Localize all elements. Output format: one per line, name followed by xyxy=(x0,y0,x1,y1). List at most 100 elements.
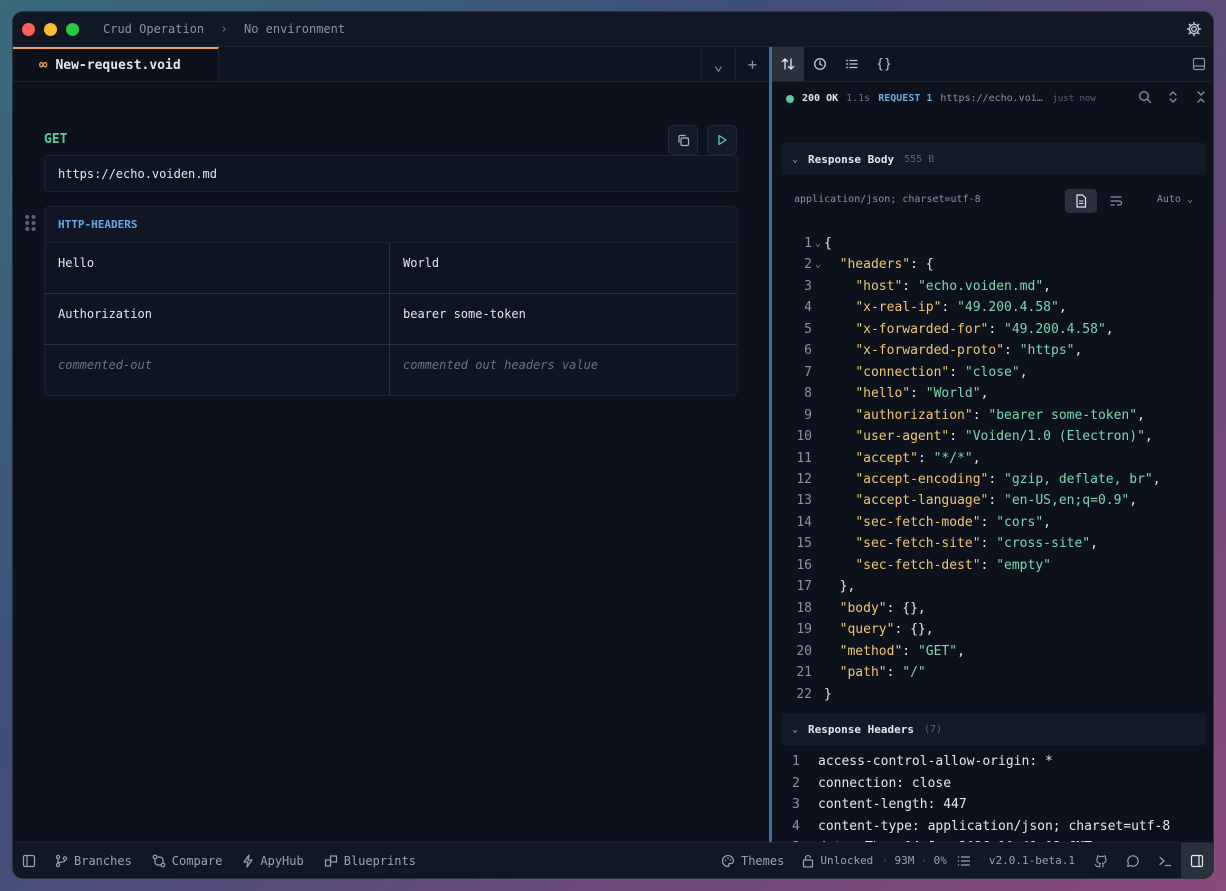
fold-gutter xyxy=(812,576,824,597)
blueprints-button[interactable]: Blueprints xyxy=(324,854,416,868)
sidebar-toggle-icon[interactable] xyxy=(13,843,45,878)
unlock-icon xyxy=(803,854,814,868)
processes-icon[interactable] xyxy=(957,855,971,867)
view-mode-value: Auto xyxy=(1156,194,1181,205)
response-header-line: 4 content-type: application/json; charset… xyxy=(782,816,1206,838)
code-text: "path": "/" xyxy=(839,665,926,681)
header-value-cell[interactable]: World xyxy=(390,243,735,293)
sort-arrows-icon[interactable] xyxy=(772,47,804,81)
response-actions xyxy=(1138,90,1208,104)
code-line: 3 "host": "echo.voiden.md", xyxy=(782,276,1206,297)
line-number: 15 xyxy=(796,536,812,552)
response-headers-header[interactable]: ⌄ Response Headers (7) xyxy=(782,713,1206,745)
collapse-vertical-icon[interactable] xyxy=(1194,90,1208,104)
view-mode-select[interactable]: Auto ⌄ xyxy=(1157,194,1193,205)
blueprints-icon xyxy=(324,854,337,867)
http-method[interactable]: GET xyxy=(44,132,67,147)
terminal-icon[interactable] xyxy=(1149,843,1181,878)
code-text: "sec-fetch-dest": "empty" xyxy=(855,557,1051,573)
header-key-cell[interactable]: Authorization xyxy=(45,294,390,344)
code-text: "authorization": "bearer some-token", xyxy=(855,407,1145,423)
drag-handle-icon[interactable]: •• •• •• xyxy=(23,211,38,237)
line-number: 1 xyxy=(804,236,812,251)
response-toolbar: {} xyxy=(772,47,1213,82)
response-header-line: 2 connection: close xyxy=(782,773,1206,795)
header-row: Authorization bearer some-token xyxy=(45,294,737,345)
maximize-window-button[interactable] xyxy=(66,22,79,36)
breadcrumb: Crud Operation › No environment xyxy=(103,22,345,37)
status-bar-right: Themes Unlocked · 93M · 0% v2.0.1-beta.1 xyxy=(721,843,1213,878)
header-key-cell[interactable]: commented-out xyxy=(45,345,390,395)
history-icon[interactable] xyxy=(804,47,836,81)
minimize-window-button[interactable] xyxy=(44,22,57,36)
line-number: 4 xyxy=(804,300,812,316)
copy-button[interactable] xyxy=(668,125,698,155)
code-text: "accept-encoding": "gzip, deflate, br", xyxy=(855,471,1161,487)
list-icon[interactable] xyxy=(836,47,868,81)
code-line: 2 ⌄ "headers": { xyxy=(782,254,1206,275)
code-text: "host": "echo.voiden.md", xyxy=(855,278,1051,294)
code-text: }, xyxy=(824,579,856,595)
fold-chevron-icon[interactable]: ⌄ xyxy=(812,254,824,275)
code-line: 10 "user-agent": "Voiden/1.0 (Electron)"… xyxy=(782,426,1206,447)
fold-gutter xyxy=(812,684,824,705)
response-headers-count: (7) xyxy=(924,723,943,735)
response-header-line: 1 access-control-allow-origin: * xyxy=(782,751,1206,773)
http-headers-title: HTTP-HEADERS xyxy=(45,207,737,243)
expand-vertical-icon[interactable] xyxy=(1166,90,1180,104)
fold-gutter xyxy=(812,448,824,469)
fold-chevron-icon[interactable]: ⌄ xyxy=(812,233,824,254)
code-line: 14 "sec-fetch-mode": "cors", xyxy=(782,512,1206,533)
add-tab-button[interactable]: + xyxy=(735,47,769,81)
chevron-down-icon[interactable]: ⌄ xyxy=(701,47,735,81)
themes-button[interactable]: Themes xyxy=(721,854,784,868)
tab-new-request[interactable]: ∞ New-request.void xyxy=(13,47,219,81)
palette-icon xyxy=(721,854,735,867)
fold-gutter xyxy=(812,512,824,533)
workspace-name[interactable]: Crud Operation xyxy=(103,22,204,36)
environment-selector[interactable]: No environment xyxy=(244,22,345,36)
request-editor-pane: ∞ New-request.void ⌄ + GET https://echo.… xyxy=(13,47,769,844)
response-time: 1.1s xyxy=(846,93,871,104)
code-line: 19 "query": {}, xyxy=(782,619,1206,640)
header-value-cell[interactable]: bearer some-token xyxy=(390,294,735,344)
code-text: "accept": "*/*", xyxy=(855,450,981,466)
chat-icon[interactable] xyxy=(1117,843,1149,878)
header-value-cell[interactable]: commented out headers value xyxy=(390,345,735,395)
code-line: 21 "path": "/" xyxy=(782,662,1206,683)
code-line: 13 "accept-language": "en-US,en;q=0.9", xyxy=(782,490,1206,511)
lightning-icon xyxy=(243,853,253,868)
response-body-header[interactable]: ⌄ Response Body 555 B xyxy=(782,143,1206,175)
compare-button[interactable]: Compare xyxy=(152,854,222,868)
header-key-cell[interactable]: Hello xyxy=(45,243,390,293)
window-controls xyxy=(22,22,79,36)
apyhub-button[interactable]: ApyHub xyxy=(242,853,304,868)
code-line: 5 "x-forwarded-for": "49.200.4.58", xyxy=(782,319,1206,340)
document-view-icon[interactable] xyxy=(1065,189,1097,213)
line-number: 7 xyxy=(804,364,812,380)
response-header-text: content-type: application/json; charset=… xyxy=(818,818,1171,834)
gear-icon[interactable] xyxy=(1186,21,1202,37)
send-request-button[interactable] xyxy=(707,125,737,155)
right-panel-toggle-icon[interactable] xyxy=(1181,843,1213,878)
chevron-right-icon: › xyxy=(220,21,228,37)
header-row-commented: commented-out commented out headers valu… xyxy=(45,345,737,395)
line-number: 1 xyxy=(792,754,800,769)
voiden-logo-icon: ∞ xyxy=(39,57,48,73)
github-icon[interactable] xyxy=(1085,843,1117,878)
branches-button[interactable]: Branches xyxy=(55,854,132,868)
close-window-button[interactable] xyxy=(22,22,35,36)
code-line: 1 ⌄{ xyxy=(782,233,1206,254)
code-text: "hello": "World", xyxy=(855,386,989,402)
code-text: "x-forwarded-proto": "https", xyxy=(855,343,1083,359)
code-line: 22 } xyxy=(782,684,1206,705)
lock-toggle[interactable]: Unlocked xyxy=(802,854,873,868)
search-icon[interactable] xyxy=(1138,90,1152,104)
url-input[interactable]: https://echo.voiden.md xyxy=(44,155,738,192)
wrap-text-icon[interactable] xyxy=(1100,189,1132,213)
code-text: "method": "GET", xyxy=(839,643,965,659)
request-label: REQUEST 1 xyxy=(878,93,933,104)
line-number: 6 xyxy=(804,343,812,359)
braces-icon[interactable]: {} xyxy=(868,47,900,81)
panel-layout-icon[interactable] xyxy=(1183,47,1213,81)
